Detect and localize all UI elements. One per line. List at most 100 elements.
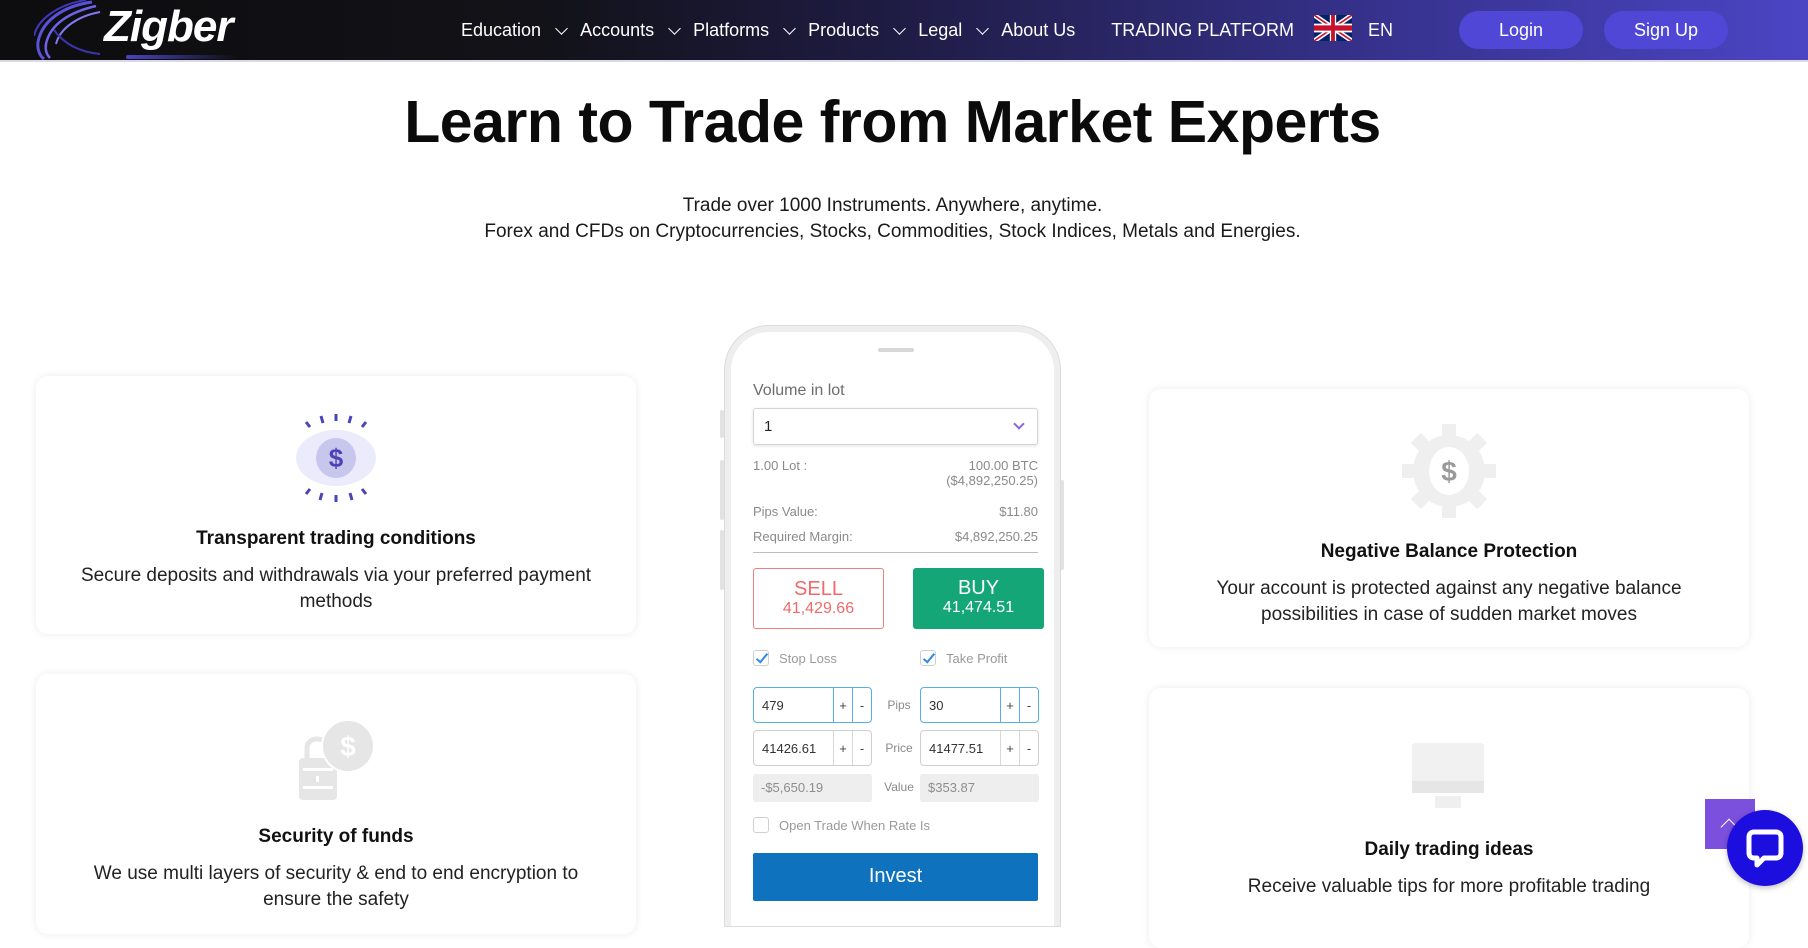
buy-button[interactable]: BUY 41,474.51 — [913, 568, 1044, 629]
lot-row: 1.00 Lot : 100.00 BTC ($4,892,250.25) — [753, 458, 1038, 488]
increment-button[interactable]: + — [833, 731, 852, 765]
stop-loss-label: Stop Loss — [779, 651, 837, 666]
language-code: EN — [1368, 19, 1394, 40]
phone-speaker — [878, 348, 914, 352]
sell-label: SELL — [794, 578, 843, 600]
feature-description: Receive valuable tips for more profitabl… — [1247, 876, 1651, 897]
lock-dollar-icon: $ — [299, 719, 375, 800]
feature-card-daily-trading-ideas: Daily trading ideas Receive valuable tip… — [1149, 688, 1749, 948]
increment-button[interactable]: + — [1000, 688, 1019, 722]
nav-item-label: Education — [461, 19, 542, 40]
pips-value-row: Pips Value: $11.80 — [753, 504, 1038, 519]
nav-item-about-us[interactable]: About Us — [1001, 20, 1075, 41]
hero-subtitle-line2: Forex and CFDs on Cryptocurrencies, Stoc… — [484, 221, 1301, 242]
phone-mockup-trade-ticket: Volume in lot 1 1.00 Lot : 100.00 BTC ($… — [725, 326, 1060, 926]
feature-card-transparent-trading: $ Transparent trading conditions Secure … — [36, 376, 636, 634]
chat-bubble-icon — [1746, 829, 1784, 868]
increment-button[interactable]: + — [833, 688, 852, 722]
brand-underline — [126, 55, 236, 59]
chevron-down-icon — [555, 21, 568, 35]
increment-button[interactable]: + — [1000, 731, 1019, 765]
chevron-down-icon — [668, 21, 681, 35]
signup-button[interactable]: Sign Up — [1604, 11, 1728, 49]
svg-text:$: $ — [340, 731, 356, 762]
live-chat-button[interactable] — [1727, 810, 1803, 886]
decrement-button[interactable]: - — [1019, 688, 1038, 722]
pips-label: Pips — [887, 698, 911, 712]
feature-card-security-of-funds: $ Security of funds We use multi layers … — [36, 674, 636, 934]
invest-button[interactable]: Invest — [753, 853, 1038, 901]
lot-value-btc: 100.00 BTC — [968, 458, 1038, 473]
stop-loss-checkbox[interactable] — [753, 650, 769, 666]
nav-item-label: About Us — [1001, 19, 1076, 40]
pips-value-label: Pips Value: — [753, 504, 818, 519]
open-trade-when-rate-checkbox[interactable] — [753, 817, 769, 833]
login-button[interactable]: Login — [1459, 11, 1583, 49]
stop-loss-price-value[interactable]: 41426.61 — [754, 731, 833, 765]
nav-item-platforms[interactable]: Platforms — [693, 20, 808, 41]
chevron-down-icon — [893, 21, 907, 35]
brand-name: Zigber — [104, 2, 233, 51]
phone-side-button — [720, 460, 724, 520]
hero-subtitle-line1: Trade over 1000 Instruments. Anywhere, a… — [682, 195, 1103, 216]
uk-flag-icon — [1314, 15, 1352, 41]
decrement-button[interactable]: - — [1019, 731, 1038, 765]
svg-text:$: $ — [329, 443, 344, 473]
take-profit-label: Take Profit — [946, 651, 1008, 666]
required-margin-label: Required Margin: — [753, 529, 853, 544]
top-navbar: Zigber Education Accounts Platforms Prod… — [0, 0, 1808, 62]
sell-price: 41,429.66 — [782, 600, 855, 617]
feature-title: Transparent trading conditions — [196, 528, 476, 549]
sell-button[interactable]: SELL 41,429.66 — [753, 568, 884, 629]
nav-item-label: Accounts — [580, 19, 655, 40]
svg-text:$: $ — [1441, 456, 1457, 487]
feature-description: Your account is protected against any ne… — [1216, 578, 1682, 625]
feature-description: We use multi layers of security & end to… — [93, 863, 579, 910]
nav-item-education[interactable]: Education — [461, 20, 580, 41]
lot-label: 1.00 Lot : — [753, 458, 808, 473]
nav-item-label: Products — [808, 19, 880, 40]
monitor-icon — [1412, 743, 1484, 808]
decrement-button[interactable]: - — [852, 688, 871, 722]
buy-price: 41,474.51 — [942, 599, 1015, 616]
logo-swirl-icon — [34, 0, 101, 60]
main-menu: Education Accounts Platforms Products Le… — [461, 0, 1330, 60]
nav-item-products[interactable]: Products — [808, 20, 918, 41]
lot-value: 100.00 BTC ($4,892,250.25) — [946, 458, 1038, 488]
required-margin-value: $4,892,250.25 — [954, 529, 1038, 544]
take-profit-checkbox[interactable] — [920, 650, 936, 666]
stop-loss-pips-stepper[interactable]: 479 + - — [753, 687, 872, 723]
nav-item-label: Legal — [918, 19, 963, 40]
nav-item-legal[interactable]: Legal — [918, 20, 1001, 41]
take-profit-price-value[interactable]: 41477.51 — [921, 731, 1000, 765]
feature-card-negative-balance-protection: $ Negative Balance Protection Your accou… — [1149, 389, 1749, 647]
nav-item-label: Platforms — [693, 19, 770, 40]
chevron-down-icon — [783, 21, 797, 35]
nav-item-accounts[interactable]: Accounts — [580, 20, 693, 41]
stop-loss-pips-value[interactable]: 479 — [754, 688, 833, 722]
page-title: Learn to Trade from Market Experts — [404, 89, 1381, 155]
volume-select[interactable]: 1 — [753, 408, 1038, 445]
stop-loss-value: -$5,650.19 — [753, 774, 872, 802]
take-profit-price-stepper[interactable]: 41477.51 + - — [920, 730, 1039, 766]
phone-side-button — [1060, 480, 1064, 570]
volume-value: 1 — [764, 418, 773, 435]
chevron-down-icon — [976, 21, 990, 35]
stop-loss-price-stepper[interactable]: 41426.61 + - — [753, 730, 872, 766]
decrement-button[interactable]: - — [852, 731, 871, 765]
take-profit-pips-stepper[interactable]: 30 + - — [920, 687, 1039, 723]
nav-item-trading-platform[interactable]: TRADING PLATFORM — [1111, 20, 1294, 41]
value-label: Value — [884, 780, 914, 794]
pips-value: $11.80 — [999, 504, 1038, 519]
hero-subtitle: Trade over 1000 Instruments. Anywhere, a… — [0, 193, 1785, 245]
take-profit-pips-value[interactable]: 30 — [921, 688, 1000, 722]
required-margin-row: Required Margin: $4,892,250.25 — [753, 529, 1038, 544]
take-profit-value: $353.87 — [920, 774, 1039, 802]
nav-item-label: TRADING PLATFORM — [1111, 19, 1294, 40]
feature-description: Secure deposits and withdrawals via your… — [80, 565, 592, 612]
dollar-eye-icon: $ — [296, 414, 376, 502]
gear-dollar-icon: $ — [1402, 424, 1496, 518]
language-selector[interactable]: EN — [1314, 15, 1393, 41]
phone-side-button — [720, 410, 724, 438]
buy-label: BUY — [957, 577, 1000, 599]
